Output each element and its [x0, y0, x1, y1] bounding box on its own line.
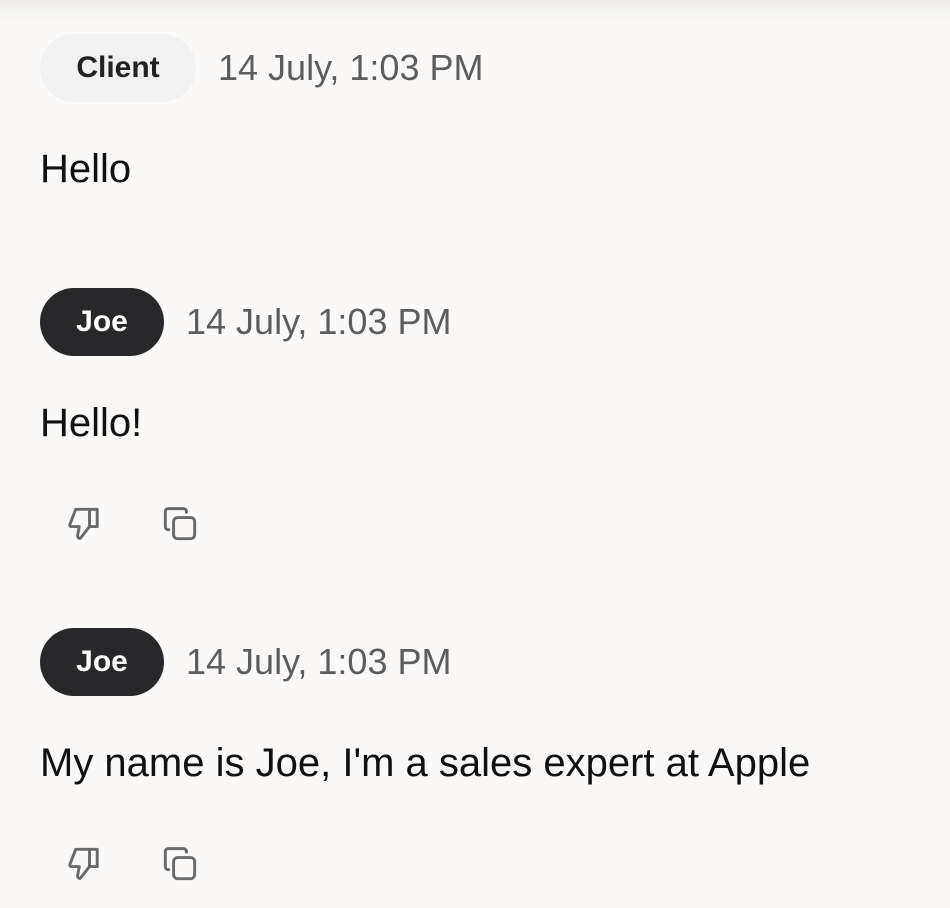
message-meta: Client 14 July, 1:03 PM — [40, 34, 920, 102]
dislike-button[interactable] — [58, 838, 110, 890]
message-actions — [58, 838, 920, 890]
message-actions — [58, 498, 920, 550]
sender-badge-agent: Joe — [40, 288, 164, 356]
message-meta: Joe 14 July, 1:03 PM — [40, 288, 920, 356]
message-text: Hello — [40, 147, 132, 191]
copy-button[interactable] — [154, 498, 206, 550]
message-meta: Joe 14 July, 1:03 PM — [40, 628, 920, 696]
message-agent: Joe 14 July, 1:03 PM My name is Joe, I'm… — [40, 628, 920, 890]
message-text: Hello! — [40, 401, 143, 445]
sender-badge-client: Client — [40, 34, 196, 102]
message-agent: Joe 14 July, 1:03 PM Hello! — [40, 288, 920, 550]
message-client: Client 14 July, 1:03 PM Hello — [40, 34, 920, 214]
copy-button[interactable] — [154, 838, 206, 890]
dislike-button[interactable] — [58, 498, 110, 550]
copy-icon — [163, 847, 197, 881]
sender-badge-agent: Joe — [40, 628, 164, 696]
thumbs-down-icon — [68, 847, 99, 880]
message-timestamp: 14 July, 1:03 PM — [218, 47, 484, 88]
copy-icon — [163, 507, 197, 541]
message-text: My name is Joe, I'm a sales expert at Ap… — [40, 741, 811, 785]
top-shadow — [0, 0, 950, 22]
message-timestamp: 14 July, 1:03 PM — [186, 301, 452, 342]
thumbs-down-icon — [68, 507, 99, 540]
message-timestamp: 14 July, 1:03 PM — [186, 641, 452, 682]
chat-thread: Client 14 July, 1:03 PM Hello Joe 14 Jul… — [0, 0, 950, 908]
